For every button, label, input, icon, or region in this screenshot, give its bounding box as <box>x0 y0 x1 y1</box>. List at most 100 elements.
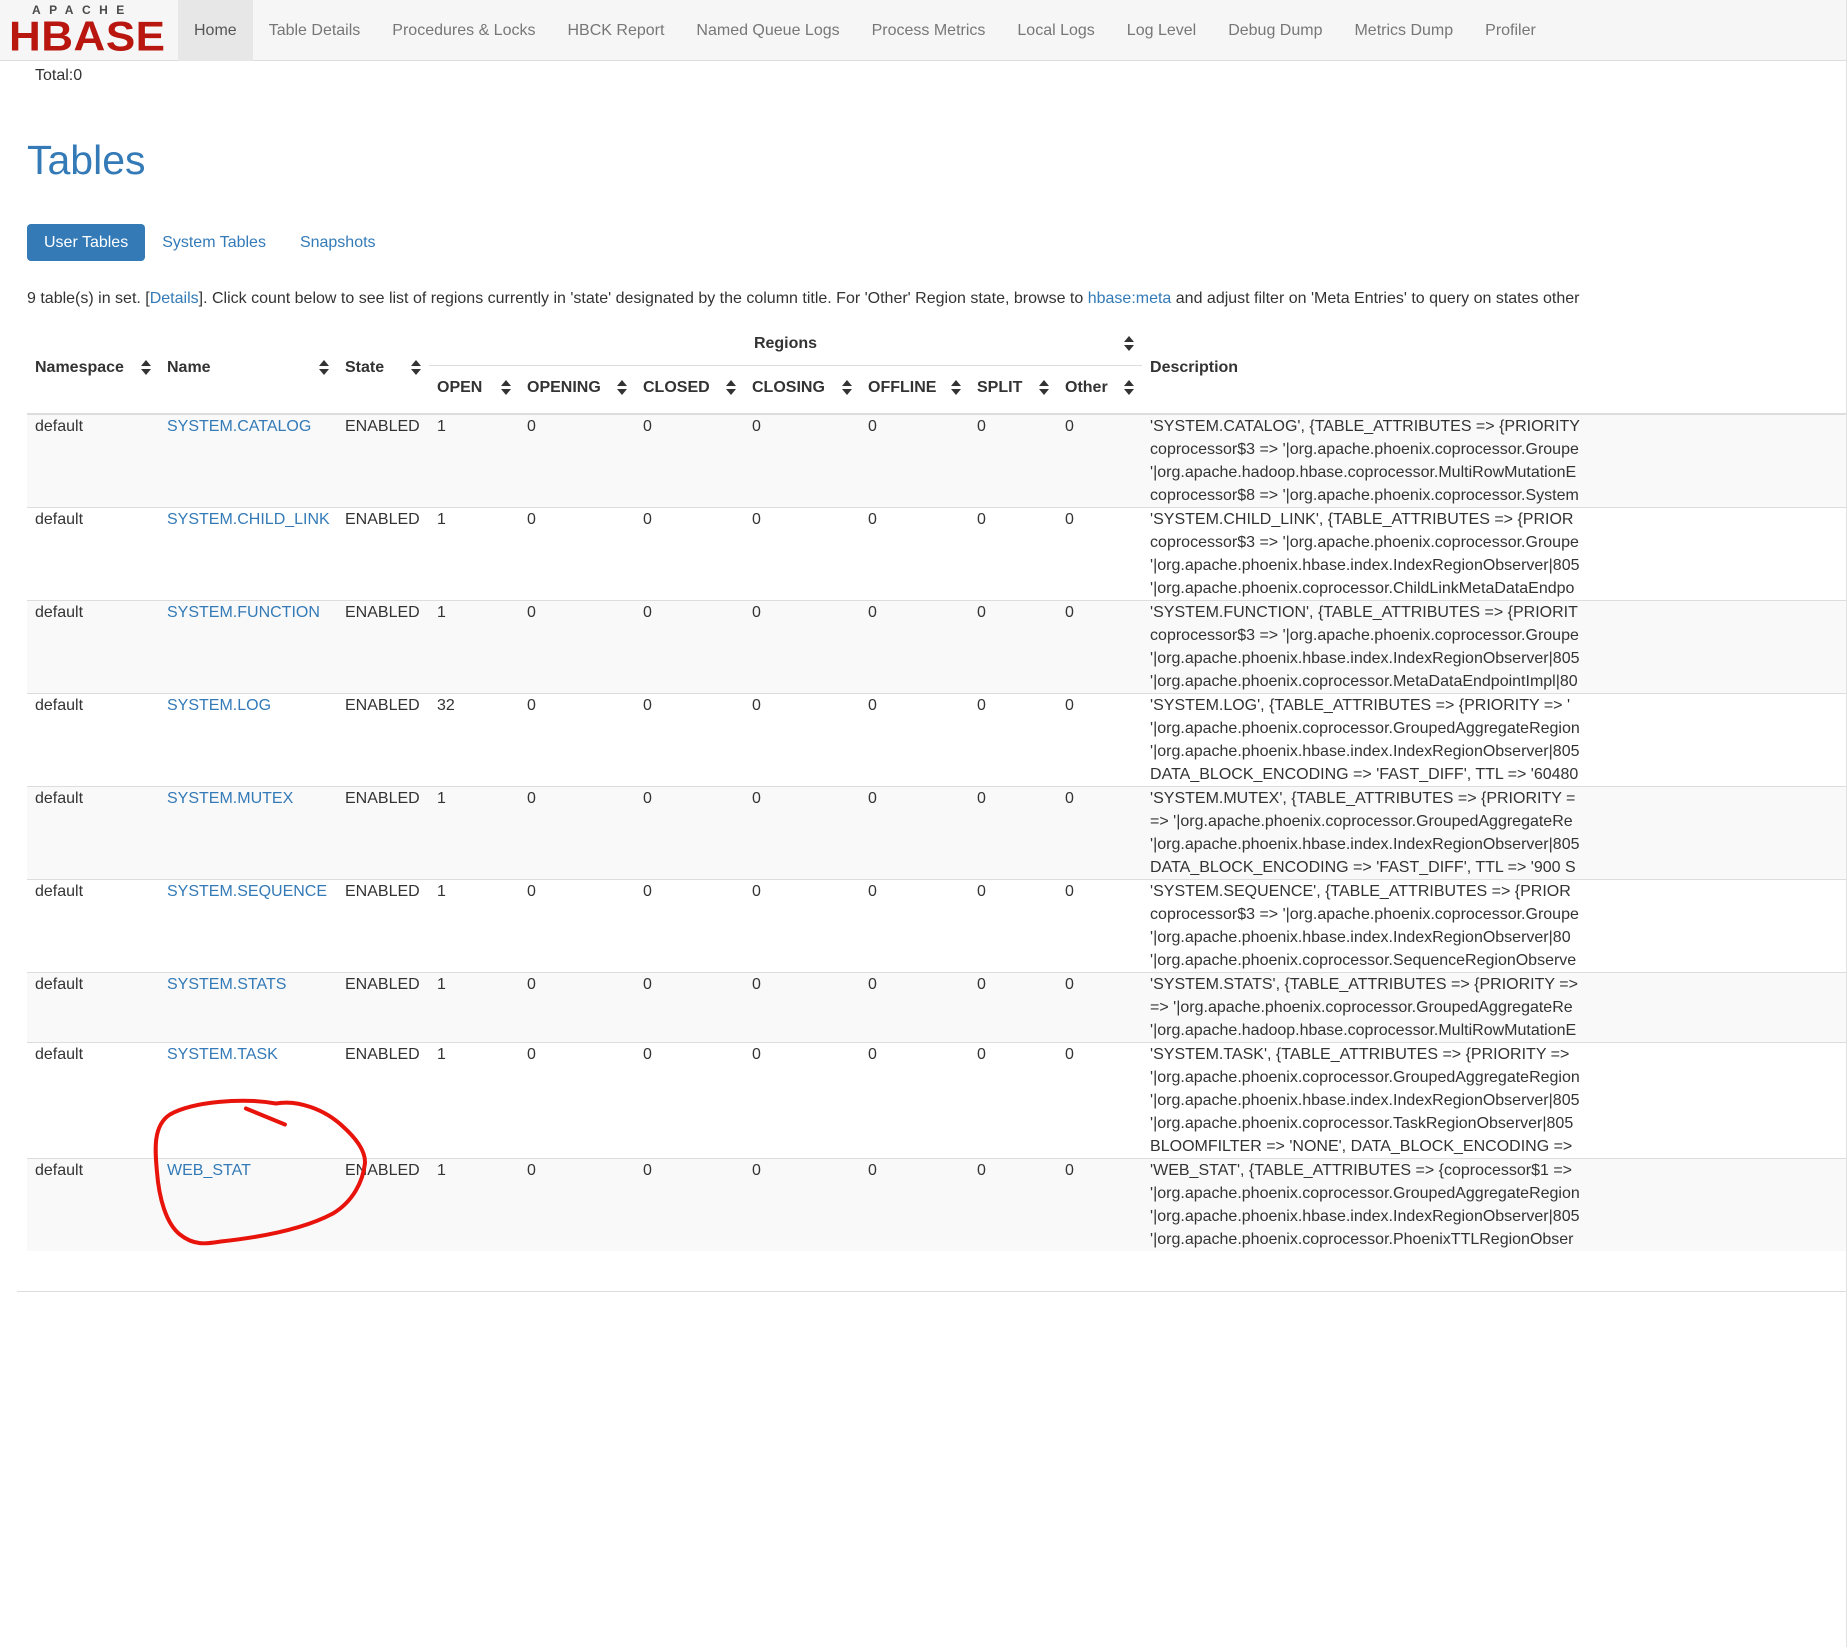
cell-region-count-closing[interactable]: 0 <box>744 787 860 880</box>
nav-item-log-level[interactable]: Log Level <box>1111 0 1212 61</box>
intro-link-hbase-meta[interactable]: hbase:meta <box>1088 290 1172 307</box>
cell-region-count-closed[interactable]: 0 <box>635 508 744 601</box>
cell-region-count-split[interactable]: 0 <box>969 414 1057 508</box>
cell-region-count-split[interactable]: 0 <box>969 1159 1057 1252</box>
cell-region-count-split[interactable]: 0 <box>969 880 1057 973</box>
cell-region-count-opening[interactable]: 0 <box>519 880 635 973</box>
cell-region-count-open[interactable]: 1 <box>429 508 519 601</box>
cell-region-count-other[interactable]: 0 <box>1057 508 1142 601</box>
sort-icon[interactable] <box>411 360 421 375</box>
cell-region-count-open[interactable]: 1 <box>429 601 519 694</box>
sort-icon[interactable] <box>141 360 151 375</box>
cell-region-count-opening[interactable]: 0 <box>519 1159 635 1252</box>
sort-icon[interactable] <box>726 380 736 395</box>
cell-region-count-closing[interactable]: 0 <box>744 508 860 601</box>
nav-item-debug-dump[interactable]: Debug Dump <box>1212 0 1338 61</box>
cell-region-count-other[interactable]: 0 <box>1057 414 1142 508</box>
nav-item-table-details[interactable]: Table Details <box>253 0 377 61</box>
cell-region-count-closed[interactable]: 0 <box>635 601 744 694</box>
cell-region-count-offline[interactable]: 0 <box>860 880 969 973</box>
cell-region-count-split[interactable]: 0 <box>969 508 1057 601</box>
cell-region-count-offline[interactable]: 0 <box>860 601 969 694</box>
cell-region-count-split[interactable]: 0 <box>969 1043 1057 1159</box>
cell-region-count-split[interactable]: 0 <box>969 601 1057 694</box>
cell-region-count-open[interactable]: 32 <box>429 694 519 787</box>
cell-region-count-closed[interactable]: 0 <box>635 414 744 508</box>
nav-item-procedures-locks[interactable]: Procedures & Locks <box>376 0 551 61</box>
intro-link-details[interactable]: Details <box>150 290 199 307</box>
cell-region-count-closed[interactable]: 0 <box>635 694 744 787</box>
cell-region-count-offline[interactable]: 0 <box>860 1159 969 1252</box>
cell-region-count-split[interactable]: 0 <box>969 694 1057 787</box>
cell-region-count-open[interactable]: 1 <box>429 787 519 880</box>
sort-icon[interactable] <box>951 380 961 395</box>
cell-region-count-open[interactable]: 1 <box>429 1043 519 1159</box>
cell-region-count-closing[interactable]: 0 <box>744 1159 860 1252</box>
cell-region-count-other[interactable]: 0 <box>1057 1043 1142 1159</box>
nav-item-process-metrics[interactable]: Process Metrics <box>856 0 1002 61</box>
cell-region-count-opening[interactable]: 0 <box>519 414 635 508</box>
cell-region-count-closed[interactable]: 0 <box>635 880 744 973</box>
cell-region-count-closed[interactable]: 0 <box>635 973 744 1043</box>
table-name-link-web-stat[interactable]: WEB_STAT <box>167 1162 251 1179</box>
cell-region-count-other[interactable]: 0 <box>1057 880 1142 973</box>
cell-region-count-other[interactable]: 0 <box>1057 694 1142 787</box>
nav-item-local-logs[interactable]: Local Logs <box>1001 0 1110 61</box>
sort-icon[interactable] <box>1124 336 1134 351</box>
sort-icon[interactable] <box>1039 380 1049 395</box>
cell-region-count-closing[interactable]: 0 <box>744 1043 860 1159</box>
nav-item-home[interactable]: Home <box>178 0 253 61</box>
tab-user-tables[interactable]: User Tables <box>27 224 145 261</box>
cell-region-count-closed[interactable]: 0 <box>635 787 744 880</box>
cell-region-count-opening[interactable]: 0 <box>519 601 635 694</box>
cell-region-count-open[interactable]: 1 <box>429 1159 519 1252</box>
cell-region-count-offline[interactable]: 0 <box>860 787 969 880</box>
cell-region-count-split[interactable]: 0 <box>969 973 1057 1043</box>
nav-item-metrics-dump[interactable]: Metrics Dump <box>1338 0 1469 61</box>
cell-region-count-other[interactable]: 0 <box>1057 787 1142 880</box>
table-name-link-system-function[interactable]: SYSTEM.FUNCTION <box>167 604 320 621</box>
table-name-link-system-sequence[interactable]: SYSTEM.SEQUENCE <box>167 883 327 900</box>
cell-region-count-offline[interactable]: 0 <box>860 508 969 601</box>
cell-region-count-open[interactable]: 1 <box>429 880 519 973</box>
sort-icon[interactable] <box>842 380 852 395</box>
cell-region-count-offline[interactable]: 0 <box>860 694 969 787</box>
cell-region-count-opening[interactable]: 0 <box>519 694 635 787</box>
cell-region-count-other[interactable]: 0 <box>1057 601 1142 694</box>
cell-region-count-closed[interactable]: 0 <box>635 1043 744 1159</box>
cell-region-count-closing[interactable]: 0 <box>744 880 860 973</box>
cell-region-count-other[interactable]: 0 <box>1057 1159 1142 1252</box>
cell-region-count-opening[interactable]: 0 <box>519 508 635 601</box>
sort-icon[interactable] <box>1124 380 1134 395</box>
table-name-link-system-child-link[interactable]: SYSTEM.CHILD_LINK <box>167 511 330 528</box>
cell-region-count-open[interactable]: 1 <box>429 414 519 508</box>
hbase-logo[interactable]: APACHE HBASE <box>0 0 178 60</box>
cell-region-count-closing[interactable]: 0 <box>744 414 860 508</box>
sort-icon[interactable] <box>617 380 627 395</box>
table-name-link-system-task[interactable]: SYSTEM.TASK <box>167 1046 278 1063</box>
cell-region-count-split[interactable]: 0 <box>969 787 1057 880</box>
tab-snapshots[interactable]: Snapshots <box>283 224 393 261</box>
tab-system-tables[interactable]: System Tables <box>145 224 283 261</box>
cell-region-count-opening[interactable]: 0 <box>519 787 635 880</box>
table-name-link-system-mutex[interactable]: SYSTEM.MUTEX <box>167 790 293 807</box>
nav-item-named-queue-logs[interactable]: Named Queue Logs <box>680 0 855 61</box>
cell-region-count-closing[interactable]: 0 <box>744 601 860 694</box>
cell-region-count-opening[interactable]: 0 <box>519 1043 635 1159</box>
cell-region-count-closing[interactable]: 0 <box>744 973 860 1043</box>
table-name-link-system-catalog[interactable]: SYSTEM.CATALOG <box>167 418 311 435</box>
nav-item-profiler[interactable]: Profiler <box>1469 0 1552 61</box>
nav-item-hbck-report[interactable]: HBCK Report <box>551 0 680 61</box>
cell-region-count-closed[interactable]: 0 <box>635 1159 744 1252</box>
table-name-link-system-stats[interactable]: SYSTEM.STATS <box>167 976 286 993</box>
cell-region-count-other[interactable]: 0 <box>1057 973 1142 1043</box>
sort-icon[interactable] <box>501 380 511 395</box>
cell-region-count-offline[interactable]: 0 <box>860 414 969 508</box>
cell-region-count-closing[interactable]: 0 <box>744 694 860 787</box>
cell-region-count-offline[interactable]: 0 <box>860 1043 969 1159</box>
cell-region-count-open[interactable]: 1 <box>429 973 519 1043</box>
sort-icon[interactable] <box>319 360 329 375</box>
table-name-link-system-log[interactable]: SYSTEM.LOG <box>167 697 271 714</box>
cell-region-count-opening[interactable]: 0 <box>519 973 635 1043</box>
cell-region-count-offline[interactable]: 0 <box>860 973 969 1043</box>
